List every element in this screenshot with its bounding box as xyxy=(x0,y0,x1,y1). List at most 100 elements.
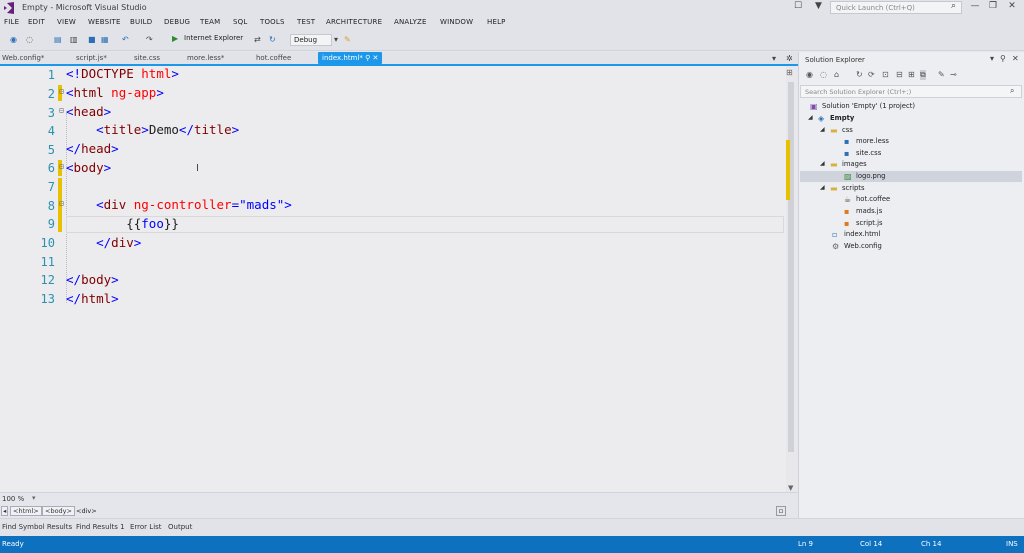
breadcrumb-html[interactable]: <html> xyxy=(10,506,42,516)
tab-error-list[interactable]: Error List xyxy=(130,523,162,531)
tree-item-file[interactable]: ▪ script.js xyxy=(800,218,1022,229)
tab-hot-coffee[interactable]: hot.coffee xyxy=(256,52,291,64)
show-all-files-icon[interactable]: ⊞ xyxy=(908,70,915,79)
tab-index-html[interactable]: index.html* ⚲ ✕ xyxy=(318,52,383,64)
redo-icon[interactable]: ↷ xyxy=(146,35,153,44)
tree-item-folder[interactable]: ◢ ▬ css xyxy=(800,125,1022,136)
save-icon[interactable]: ■ xyxy=(88,35,96,44)
close-tab-icon[interactable]: ✕ xyxy=(372,54,378,62)
outline-collapse-icon[interactable]: ⊟ xyxy=(59,162,64,171)
menu-build[interactable]: BUILD xyxy=(130,18,152,26)
line-number: 13 xyxy=(40,292,55,306)
tab-find-symbol-results[interactable]: Find Symbol Results xyxy=(2,523,72,531)
tab-find-results-1[interactable]: Find Results 1 xyxy=(76,523,125,531)
split-view-icon[interactable]: ▫ xyxy=(776,506,786,516)
configuration-select[interactable]: Debug xyxy=(290,34,332,46)
tree-item-file[interactable]: ⚙ Web.config xyxy=(800,241,1022,252)
scroll-down-icon[interactable]: ▼ xyxy=(788,484,793,492)
refresh-icon[interactable]: ⟳ xyxy=(868,70,875,79)
expand-arrow-icon[interactable]: ◢ xyxy=(820,160,825,167)
outline-collapse-icon[interactable]: ⊟ xyxy=(59,87,64,96)
menu-view[interactable]: VIEW xyxy=(57,18,76,26)
menu-file[interactable]: FILE xyxy=(4,18,19,26)
expand-arrow-icon[interactable]: ◢ xyxy=(808,114,813,121)
save-all-icon[interactable]: ▦ xyxy=(101,35,109,44)
zoom-dropdown-icon[interactable]: ▾ xyxy=(32,494,36,502)
menu-team[interactable]: TEAM xyxy=(200,18,220,26)
outline-collapse-icon[interactable]: ⊟ xyxy=(59,199,64,208)
browser-select[interactable]: Internet Explorer xyxy=(184,34,243,42)
menu-architecture[interactable]: ARCHITECTURE xyxy=(326,18,382,26)
panel-close-icon[interactable]: ✕ xyxy=(1012,54,1019,63)
preview-selected-icon[interactable]: ⧉ xyxy=(920,70,926,80)
tree-item-file[interactable]: ▪ site.css xyxy=(800,148,1022,159)
pin-icon[interactable]: ⚲ xyxy=(365,54,370,62)
menu-debug[interactable]: DEBUG xyxy=(164,18,190,26)
home-icon[interactable]: ⌂ xyxy=(834,70,839,79)
tree-item-project[interactable]: ◢ ◈ Empty xyxy=(800,113,1022,124)
navigate-back-icon[interactable]: ◉ xyxy=(10,35,17,44)
menu-edit[interactable]: EDIT xyxy=(28,18,45,26)
menu-test[interactable]: TEST xyxy=(297,18,315,26)
close-button[interactable]: ✕ xyxy=(1005,1,1019,15)
feedback-icon[interactable]: ☐ xyxy=(794,1,802,11)
forward-icon[interactable]: ◌ xyxy=(820,70,827,79)
maximize-button[interactable]: ❐ xyxy=(986,1,1000,15)
tree-item-folder[interactable]: ◢ ▬ images xyxy=(800,159,1022,170)
new-project-icon[interactable]: ▤ xyxy=(54,35,62,44)
back-icon[interactable]: ◉ xyxy=(806,70,813,79)
view-code-icon[interactable]: ⊸ xyxy=(950,70,957,79)
refresh-icon[interactable]: ↻ xyxy=(269,35,276,44)
breadcrumb-div[interactable]: <div> xyxy=(76,507,97,515)
filter-icon[interactable]: ▼ xyxy=(815,1,822,11)
configuration-dropdown-icon[interactable]: ▾ xyxy=(334,35,338,44)
menu-analyze[interactable]: ANALYZE xyxy=(394,18,427,26)
menu-tools[interactable]: TOOLS xyxy=(260,18,285,26)
tab-script-js[interactable]: script.js* xyxy=(76,52,107,64)
tree-item-solution[interactable]: ▣ Solution 'Empty' (1 project) xyxy=(800,101,1022,112)
tag-breadcrumb: ◂ <html> <body> <div> ▫ xyxy=(0,505,798,517)
zoom-level-select[interactable]: 100 % xyxy=(2,495,24,503)
menu-sql[interactable]: SQL xyxy=(233,18,247,26)
sync-icon[interactable]: ↻ xyxy=(856,70,863,79)
tab-overflow-icon[interactable]: ▾ xyxy=(772,52,776,64)
open-file-icon[interactable]: ▥ xyxy=(70,35,78,44)
tree-item-file[interactable]: ▫ index.html xyxy=(800,229,1022,240)
code-line: </body> xyxy=(66,272,119,287)
quick-launch-input[interactable]: Quick Launch (Ctrl+Q) xyxy=(830,1,962,14)
undo-icon[interactable]: ↶ xyxy=(122,35,129,44)
tab-output[interactable]: Output xyxy=(168,523,192,531)
tree-item-file[interactable]: ☕ hot.coffee xyxy=(800,194,1022,205)
menu-help[interactable]: HELP xyxy=(487,18,506,26)
menu-window[interactable]: WINDOW xyxy=(440,18,473,26)
breadcrumb-body[interactable]: <body> xyxy=(42,506,75,516)
browser-link-icon[interactable]: ⇄ xyxy=(254,35,261,44)
navigate-forward-icon[interactable]: ◌ xyxy=(26,35,33,44)
collapse-all-icon[interactable]: ⊟ xyxy=(896,70,903,79)
tree-item-file[interactable]: ▪ mads.js xyxy=(800,206,1022,217)
menu-website[interactable]: WEBSITE xyxy=(88,18,121,26)
split-editor-icon[interactable]: ⊞ xyxy=(786,68,793,77)
solution-explorer-toolbar: ◉ ◌ ⌂ ↻ ⟳ ⊡ ⊟ ⊞ ⧉ ✎ ⊸ xyxy=(800,68,1022,84)
expand-arrow-icon[interactable]: ◢ xyxy=(820,184,825,191)
tab-more-less[interactable]: more.less* xyxy=(187,52,224,64)
tab-site-css[interactable]: site.css xyxy=(134,52,160,64)
pending-changes-icon[interactable]: ⊡ xyxy=(882,70,889,79)
scrollbar-thumb[interactable] xyxy=(788,82,794,452)
tree-item-folder[interactable]: ◢ ▬ scripts xyxy=(800,183,1022,194)
editor-settings-icon[interactable]: ✲ xyxy=(786,52,793,64)
breadcrumb-left-icon[interactable]: ◂ xyxy=(1,506,9,516)
start-debugging-icon[interactable]: ▶ xyxy=(172,34,178,43)
outline-collapse-icon[interactable]: ⊟ xyxy=(59,106,64,115)
panel-pin-icon[interactable]: ⚲ xyxy=(1000,54,1006,63)
expand-arrow-icon[interactable]: ◢ xyxy=(820,126,825,133)
panel-dropdown-icon[interactable]: ▾ xyxy=(990,54,994,63)
tree-item-file[interactable]: ▪ more.less xyxy=(800,136,1022,147)
tree-item-file[interactable]: ▨ logo.png xyxy=(800,171,1022,182)
properties-icon[interactable]: ✎ xyxy=(938,70,945,79)
solution-search-input[interactable]: Search Solution Explorer (Ctrl+;) xyxy=(800,85,1022,98)
tree-item-label: Solution 'Empty' (1 project) xyxy=(822,102,916,110)
find-icon[interactable]: ✎ xyxy=(344,35,351,44)
minimize-button[interactable]: — xyxy=(968,1,982,15)
tab-web-config[interactable]: Web.config* xyxy=(2,52,44,64)
